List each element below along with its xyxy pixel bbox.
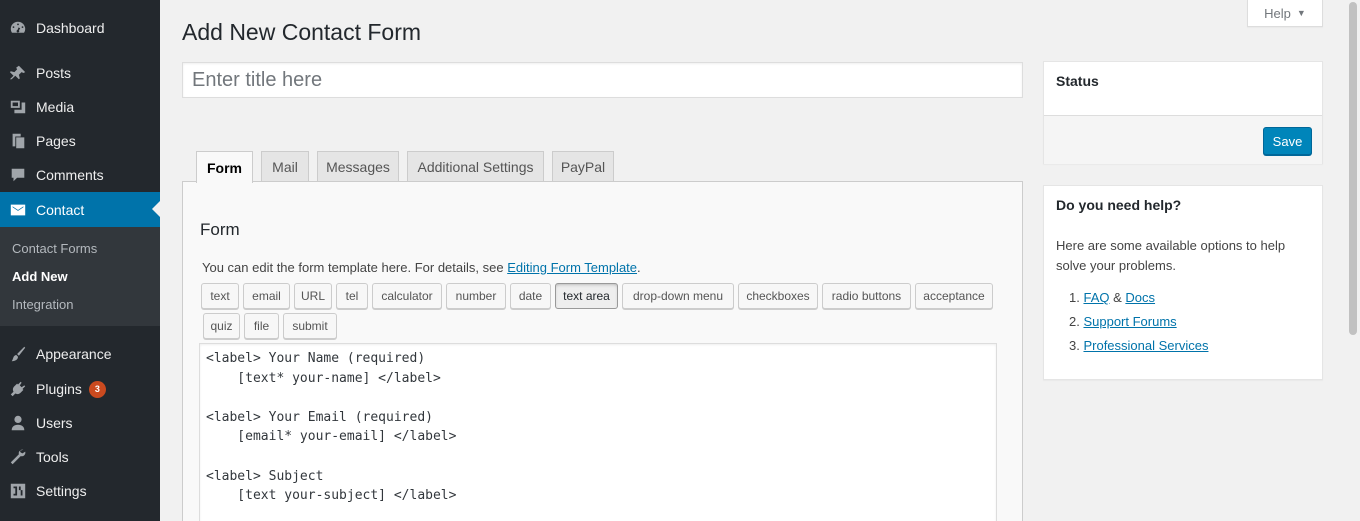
- tag-button-acceptance[interactable]: acceptance: [915, 283, 993, 309]
- user-icon: [0, 414, 36, 432]
- help-box-title: Do you need help?: [1056, 197, 1182, 213]
- admin-sidebar: Dashboard Posts Media Pages Comments Con…: [0, 0, 160, 521]
- tab-messages[interactable]: Messages: [317, 151, 399, 182]
- tag-button-date[interactable]: date: [510, 283, 551, 309]
- sidebar-item-label: Tools: [36, 449, 69, 465]
- sidebar-item-label: Appearance: [36, 346, 112, 362]
- status-box-title: Status: [1056, 73, 1099, 89]
- tag-button-number[interactable]: number: [446, 283, 506, 309]
- settings-icon: [0, 482, 36, 500]
- ampersand: &: [1113, 290, 1122, 305]
- help-box-text: Here are some available options to help …: [1056, 238, 1286, 273]
- sidebar-item-users[interactable]: Users: [0, 406, 160, 440]
- form-panel-heading: Form: [200, 220, 240, 239]
- sidebar-item-dashboard[interactable]: Dashboard: [0, 11, 160, 45]
- submenu-add-new[interactable]: Add New: [12, 269, 68, 284]
- tag-button-text[interactable]: text: [201, 283, 239, 309]
- sidebar-item-pages[interactable]: Pages: [0, 124, 160, 158]
- editing-form-template-link[interactable]: Editing Form Template: [507, 260, 637, 275]
- sidebar-item-label: Media: [36, 99, 75, 115]
- description-text: You can edit the form template here. For…: [202, 260, 508, 275]
- sidebar-item-settings[interactable]: Settings: [0, 474, 160, 508]
- help-list-item: 1. FAQ & Docs: [1069, 290, 1155, 305]
- help-list-item: 2. Support Forums: [1069, 314, 1177, 329]
- dashboard-icon: [0, 19, 36, 37]
- pages-icon: [0, 132, 36, 150]
- professional-services-link[interactable]: Professional Services: [1083, 338, 1208, 353]
- sidebar-item-comments[interactable]: Comments: [0, 158, 160, 192]
- help-list-item: 3. Professional Services: [1069, 338, 1208, 353]
- sidebar-item-label: Pages: [36, 133, 76, 149]
- sidebar-item-label: Contact: [36, 201, 85, 218]
- form-template-editor[interactable]: <label> Your Name (required) [text* your…: [199, 343, 997, 521]
- help-box: Do you need help? Here are some availabl…: [1043, 185, 1323, 380]
- page-title: Add New Contact Form: [182, 19, 422, 45]
- submenu-integration[interactable]: Integration: [12, 297, 73, 312]
- help-item-number: 3.: [1069, 338, 1080, 353]
- tag-button-submit[interactable]: submit: [283, 313, 337, 339]
- tag-button-calculator[interactable]: calculator: [372, 283, 442, 309]
- sidebar-item-label: Plugins: [36, 381, 82, 397]
- tag-button-drop-down-menu[interactable]: drop-down menu: [622, 283, 734, 309]
- tag-button-text-area[interactable]: text area: [555, 283, 618, 309]
- tab-mail[interactable]: Mail: [261, 151, 309, 182]
- tag-button-tel[interactable]: tel: [336, 283, 368, 309]
- tab-paypal[interactable]: PayPal: [552, 151, 614, 182]
- tag-button-url[interactable]: URL: [294, 283, 332, 309]
- sidebar-item-label: Users: [36, 415, 73, 431]
- tag-button-radio-buttons[interactable]: radio buttons: [822, 283, 911, 309]
- brush-icon: [0, 345, 36, 363]
- tab-form[interactable]: Form: [196, 151, 253, 183]
- scrollbar-thumb[interactable]: [1349, 2, 1357, 335]
- plugins-update-badge: 3: [88, 380, 106, 398]
- pin-icon: [0, 64, 36, 82]
- status-box: Status Save: [1043, 61, 1323, 164]
- help-item-number: 1.: [1069, 290, 1080, 305]
- support-forums-link[interactable]: Support Forums: [1083, 314, 1176, 329]
- media-icon: [0, 98, 36, 116]
- tag-button-checkboxes[interactable]: checkboxes: [738, 283, 818, 309]
- help-tab-button[interactable]: Help ▼: [1247, 0, 1323, 27]
- help-item-number: 2.: [1069, 314, 1080, 329]
- chevron-down-icon: ▼: [1296, 8, 1306, 18]
- tag-button-file[interactable]: file: [244, 313, 279, 339]
- sidebar-item-label: Dashboard: [36, 20, 105, 36]
- description-suffix: .: [637, 260, 641, 275]
- sidebar-item-media[interactable]: Media: [0, 90, 160, 124]
- plug-icon: [0, 380, 36, 398]
- wrench-icon: [0, 448, 36, 466]
- sidebar-item-plugins[interactable]: Plugins 3: [0, 372, 160, 406]
- submenu-contact-forms[interactable]: Contact Forms: [12, 241, 97, 256]
- tab-additional-settings[interactable]: Additional Settings: [407, 151, 544, 182]
- sidebar-item-label: Comments: [36, 167, 104, 183]
- comment-icon: [0, 166, 36, 184]
- help-label: Help: [1264, 5, 1291, 21]
- sidebar-item-label: Posts: [36, 65, 72, 81]
- status-box-actions: Save: [1044, 115, 1322, 164]
- save-button[interactable]: Save: [1263, 127, 1312, 155]
- docs-link[interactable]: Docs: [1125, 290, 1155, 305]
- form-panel-description: You can edit the form template here. For…: [202, 260, 641, 275]
- sidebar-item-label: Settings: [36, 483, 87, 499]
- page-scrollbar[interactable]: [1345, 0, 1360, 521]
- sidebar-item-posts[interactable]: Posts: [0, 56, 160, 90]
- title-input[interactable]: [182, 62, 1023, 98]
- faq-link[interactable]: FAQ: [1083, 290, 1109, 305]
- sidebar-item-appearance[interactable]: Appearance: [0, 337, 160, 371]
- sidebar-item-tools[interactable]: Tools: [0, 440, 160, 474]
- tag-button-email[interactable]: email: [243, 283, 290, 309]
- sidebar-item-contact[interactable]: Contact: [0, 192, 160, 227]
- contact-submenu: Contact Forms Add New Integration: [0, 227, 160, 326]
- tag-button-quiz[interactable]: quiz: [203, 313, 240, 339]
- envelope-icon: [0, 201, 36, 219]
